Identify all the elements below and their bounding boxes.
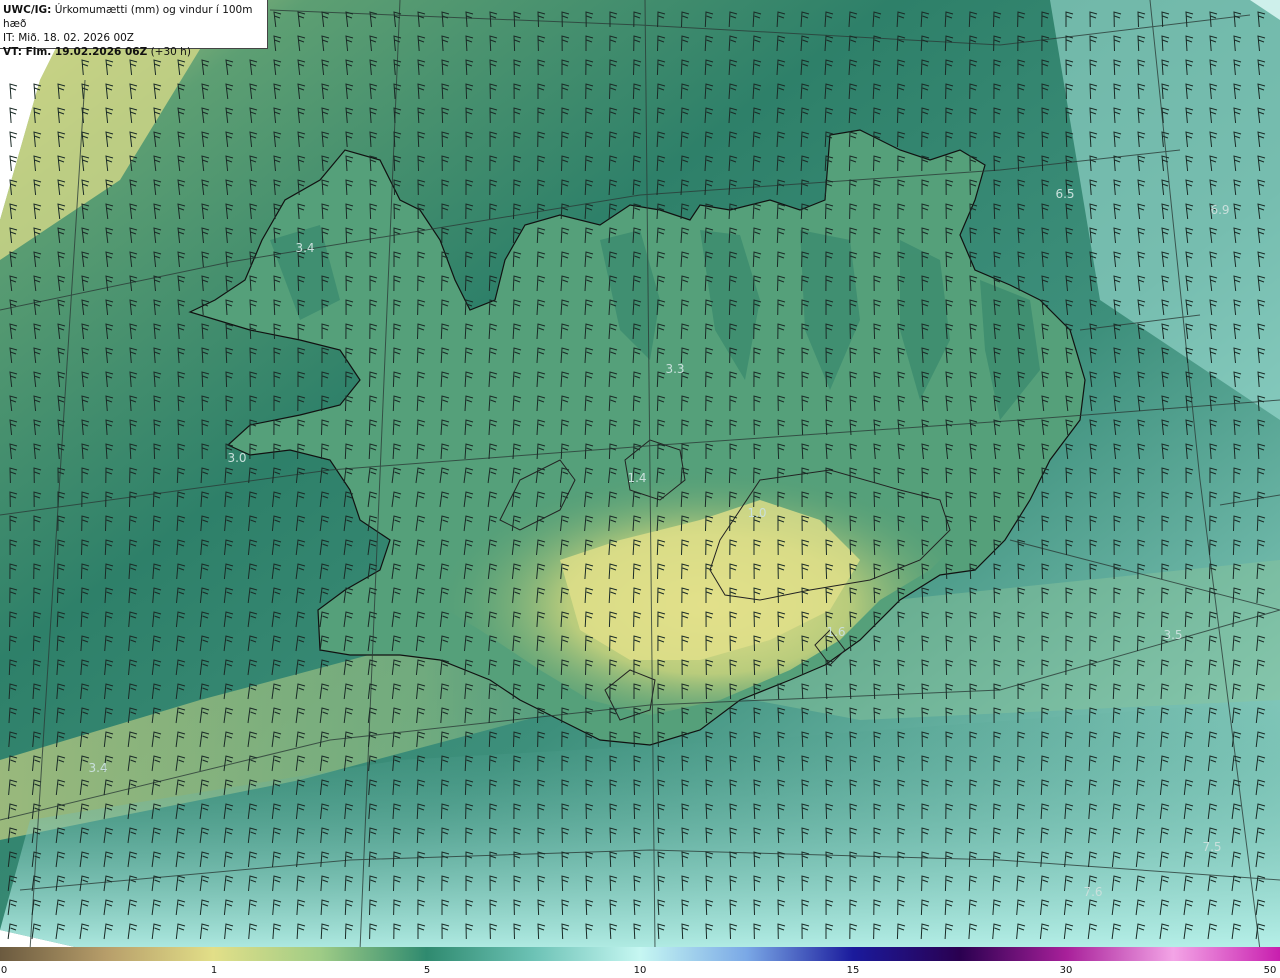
value-label: 3.3	[665, 362, 684, 376]
colorbar-tick-15: 15	[846, 965, 860, 976]
value-label: 3.0	[227, 451, 246, 465]
colorbar-tick-5: 5	[423, 965, 431, 976]
wind-barb	[9, 107, 18, 124]
init-time: IT: Mið. 18. 02. 2026 00Z	[3, 32, 134, 44]
colorbar-tick-50: 50	[1263, 965, 1277, 976]
valid-time-offset: (+30 h)	[150, 46, 191, 58]
value-label: 3.5	[1163, 628, 1182, 642]
colorbar-strip	[0, 947, 1280, 961]
colorbar-tick-0: 0	[0, 965, 8, 976]
value-label: 6.9	[1210, 203, 1229, 217]
value-label: 3.4	[88, 761, 107, 775]
value-label: 3.4	[295, 241, 314, 255]
wind-barb	[9, 83, 18, 100]
product-code: UWC/IG:	[3, 4, 52, 16]
wind-barb	[9, 131, 18, 148]
value-label: 1.0	[747, 506, 766, 520]
map-info-box: UWC/IG: Úrkomumætti (mm) og vindur í 100…	[0, 0, 268, 58]
valid-time: VT: Fim. 19.02.2026 06Z	[3, 46, 148, 58]
colorbar-tick-30: 30	[1059, 965, 1073, 976]
value-label: 1.4	[627, 471, 646, 485]
forecast-map: 3.4 3.3 3.0 6.5 6.9 1.0 1.4 1.6 3.5 3.4 7.5 7.6 UWC…	[0, 0, 1280, 947]
value-label: 7.6	[1083, 885, 1102, 899]
value-label: 7.5	[1202, 840, 1221, 854]
value-label: 6.5	[1055, 187, 1074, 201]
colorbar: 0 1 5 10 15 30 50	[0, 947, 1280, 978]
colorbar-tick-10: 10	[633, 965, 647, 976]
colorbar-tick-1: 1	[210, 965, 218, 976]
value-label: 1.6	[826, 625, 845, 639]
